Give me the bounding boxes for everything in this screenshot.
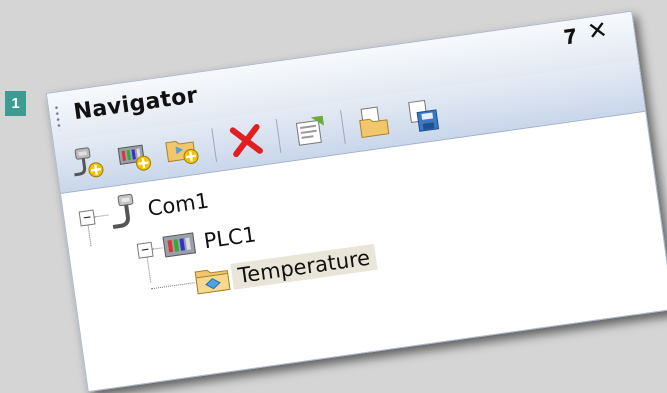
add-plc-button[interactable] bbox=[112, 134, 157, 179]
open-button[interactable] bbox=[353, 100, 398, 145]
connection-plus-icon bbox=[74, 147, 104, 178]
save-disk-icon bbox=[408, 99, 440, 132]
save-button[interactable] bbox=[400, 93, 445, 138]
panel-title: Navigator bbox=[72, 83, 200, 126]
plc-icon bbox=[162, 232, 197, 258]
plc-plus-icon bbox=[117, 144, 152, 171]
delete-button[interactable] bbox=[224, 118, 269, 163]
folder-plus-icon bbox=[165, 140, 199, 164]
open-folder-icon bbox=[359, 106, 390, 139]
tree-connector bbox=[94, 214, 109, 217]
toolbar-separator bbox=[340, 110, 346, 144]
red-x-icon bbox=[229, 124, 263, 158]
toolbar-separator bbox=[211, 128, 218, 163]
folder-icon bbox=[194, 269, 231, 295]
properties-button[interactable] bbox=[288, 109, 333, 154]
tree-connector bbox=[152, 246, 163, 250]
add-connection-button[interactable] bbox=[64, 140, 109, 185]
collapse-toggle[interactable]: − bbox=[136, 241, 154, 259]
pin-icon[interactable]: 𝟕 bbox=[563, 24, 577, 49]
collapse-toggle[interactable]: − bbox=[78, 209, 96, 226]
tree-connector bbox=[150, 281, 195, 289]
drag-grip[interactable] bbox=[54, 104, 62, 131]
tree-node-label: PLC1 bbox=[202, 222, 258, 254]
close-icon[interactable]: ✕ bbox=[586, 15, 610, 46]
navigator-panel: Navigator 𝟕 ✕ − Com1 − PLC1 Temperature bbox=[45, 10, 667, 393]
add-folder-button[interactable] bbox=[159, 127, 204, 172]
tree-node-label: Temperature bbox=[230, 243, 378, 290]
properties-icon bbox=[295, 115, 325, 146]
navigator-panel-wrapper: Navigator 𝟕 ✕ − Com1 − PLC1 Temperature bbox=[37, 5, 667, 393]
tree-node-label: Com1 bbox=[146, 188, 211, 221]
toolbar-separator bbox=[275, 119, 282, 153]
connection-icon bbox=[112, 193, 134, 229]
step-number-badge: 1 bbox=[5, 91, 26, 116]
